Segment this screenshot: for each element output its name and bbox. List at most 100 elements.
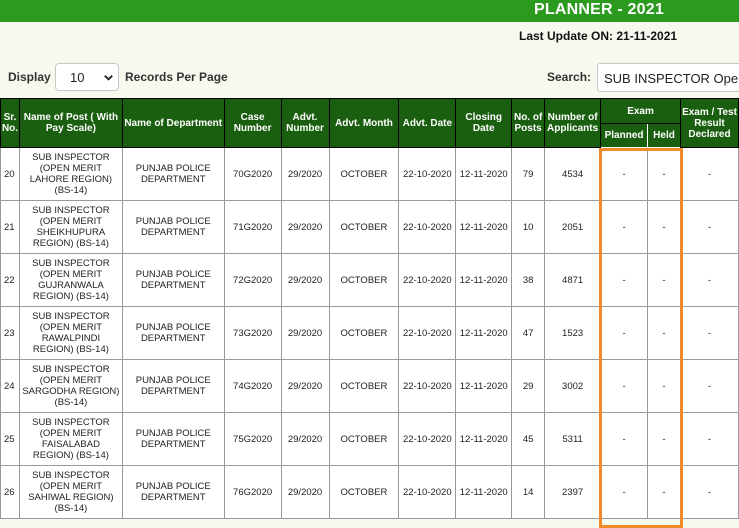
cell-advt-number: 29/2020 (280, 465, 330, 519)
cell-advt-date: 22-10-2020 (398, 253, 457, 307)
cell-advt-month: OCTOBER (328, 359, 400, 413)
table-row: 26 SUB INSPECTOR (OPEN MERIT SAHIWAL REGI… (0, 465, 739, 519)
top-banner: PLANNER - 2021 (0, 0, 739, 22)
col-planned[interactable]: Planned (600, 123, 649, 148)
cell-case-number: 73G2020 (223, 306, 282, 360)
search-label: Search: (547, 70, 592, 84)
cell-applicants: 5311 (544, 412, 602, 466)
cell-applicants: 4534 (544, 147, 602, 201)
cell-posts: 47 (511, 306, 546, 360)
col-department[interactable]: Name of Department (121, 98, 225, 148)
cell-posts: 79 (511, 147, 546, 201)
cell-department: PUNJAB POLICE DEPARTMENT (121, 306, 225, 360)
cell-planned: - (600, 306, 649, 360)
table-row: 23 SUB INSPECTOR (OPEN MERIT RAWALPINDI R… (0, 306, 739, 360)
cell-post: SUB INSPECTOR (OPEN MERIT FAISALABAD REG… (18, 412, 123, 466)
cell-sr: 20 (0, 147, 20, 201)
cell-post: SUB INSPECTOR (OPEN MERIT SAHIWAL REGION… (18, 465, 123, 519)
last-update-text: Last Update ON: 21-11-2021 (519, 29, 678, 43)
col-posts[interactable]: No. of Posts (511, 98, 546, 148)
col-applicants[interactable]: Number of Applicants (544, 98, 602, 148)
cell-held: - (647, 306, 681, 360)
table-row: 21 SUB INSPECTOR (OPEN MERIT SHEIKHUPURA … (0, 200, 739, 254)
cell-case-number: 72G2020 (223, 253, 282, 307)
cell-closing-date: 12-11-2020 (455, 359, 513, 413)
cell-department: PUNJAB POLICE DEPARTMENT (121, 253, 225, 307)
cell-advt-number: 29/2020 (280, 200, 330, 254)
cell-advt-month: OCTOBER (328, 306, 400, 360)
records-per-page-value: 10 (70, 70, 85, 85)
cell-advt-number: 29/2020 (280, 253, 330, 307)
col-result-declared[interactable]: Exam / Test Result Declared (679, 98, 739, 148)
cell-held: - (647, 200, 681, 254)
cell-advt-number: 29/2020 (280, 147, 330, 201)
cell-result: - (679, 253, 739, 307)
cell-result: - (679, 147, 739, 201)
cell-applicants: 4871 (544, 253, 602, 307)
table-row: 25 SUB INSPECTOR (OPEN MERIT FAISALABAD R… (0, 412, 739, 466)
cell-advt-month: OCTOBER (328, 253, 400, 307)
cell-department: PUNJAB POLICE DEPARTMENT (121, 147, 225, 201)
cell-result: - (679, 359, 739, 413)
cell-advt-date: 22-10-2020 (398, 412, 457, 466)
col-closing-date[interactable]: Closing Date (455, 98, 513, 148)
cell-applicants: 2397 (544, 465, 602, 519)
cell-applicants: 2051 (544, 200, 602, 254)
cell-planned: - (600, 200, 649, 254)
cell-closing-date: 12-11-2020 (455, 147, 513, 201)
table-row: 20 SUB INSPECTOR (OPEN MERIT LAHORE REGIO… (0, 147, 739, 201)
cell-closing-date: 12-11-2020 (455, 200, 513, 254)
cell-advt-date: 22-10-2020 (398, 465, 457, 519)
cell-advt-number: 29/2020 (280, 412, 330, 466)
col-advt-month[interactable]: Advt. Month (328, 98, 400, 148)
cell-department: PUNJAB POLICE DEPARTMENT (121, 359, 225, 413)
cell-result: - (679, 412, 739, 466)
records-per-page-label: Records Per Page (125, 70, 228, 84)
cell-sr: 21 (0, 200, 20, 254)
cell-posts: 14 (511, 465, 546, 519)
cell-result: - (679, 465, 739, 519)
page-title: PLANNER - 2021 (534, 1, 664, 18)
cell-applicants: 3002 (544, 359, 602, 413)
cell-planned: - (600, 253, 649, 307)
cell-post: SUB INSPECTOR (OPEN MERIT SARGODHA REGIO… (18, 359, 123, 413)
cell-planned: - (600, 359, 649, 413)
cell-planned: - (600, 147, 649, 201)
cell-department: PUNJAB POLICE DEPARTMENT (121, 412, 225, 466)
cell-planned: - (600, 465, 649, 519)
cell-held: - (647, 147, 681, 201)
cell-held: - (647, 412, 681, 466)
search-input[interactable]: SUB INSPECTOR Ope (597, 63, 739, 92)
cell-case-number: 71G2020 (223, 200, 282, 254)
cell-sr: 25 (0, 412, 20, 466)
cell-case-number: 74G2020 (223, 359, 282, 413)
cell-case-number: 76G2020 (223, 465, 282, 519)
cell-case-number: 75G2020 (223, 412, 282, 466)
cell-held: - (647, 359, 681, 413)
search-input-value: SUB INSPECTOR Ope (604, 71, 739, 86)
cell-held: - (647, 253, 681, 307)
cell-advt-date: 22-10-2020 (398, 200, 457, 254)
cell-posts: 29 (511, 359, 546, 413)
cell-closing-date: 12-11-2020 (455, 412, 513, 466)
cell-sr: 24 (0, 359, 20, 413)
cell-closing-date: 12-11-2020 (455, 253, 513, 307)
cell-held: - (647, 465, 681, 519)
cell-closing-date: 12-11-2020 (455, 306, 513, 360)
col-advt-date[interactable]: Advt. Date (398, 98, 457, 148)
records-per-page-select[interactable]: 10 (55, 63, 119, 91)
cell-result: - (679, 200, 739, 254)
col-post[interactable]: Name of Post ( With Pay Scale) (18, 98, 123, 148)
cell-posts: 38 (511, 253, 546, 307)
planner-table: Sr. No. Name of Post ( With Pay Scale) N… (0, 98, 739, 519)
cell-case-number: 70G2020 (223, 147, 282, 201)
cell-advt-month: OCTOBER (328, 465, 400, 519)
col-advt-number[interactable]: Advt. Number (280, 98, 330, 148)
cell-department: PUNJAB POLICE DEPARTMENT (121, 465, 225, 519)
cell-sr: 22 (0, 253, 20, 307)
col-held[interactable]: Held (647, 123, 681, 148)
col-case-number[interactable]: Case Number (223, 98, 282, 148)
table-row: 24 SUB INSPECTOR (OPEN MERIT SARGODHA REG… (0, 359, 739, 413)
col-sr[interactable]: Sr. No. (0, 98, 20, 148)
display-label: Display (8, 70, 51, 84)
